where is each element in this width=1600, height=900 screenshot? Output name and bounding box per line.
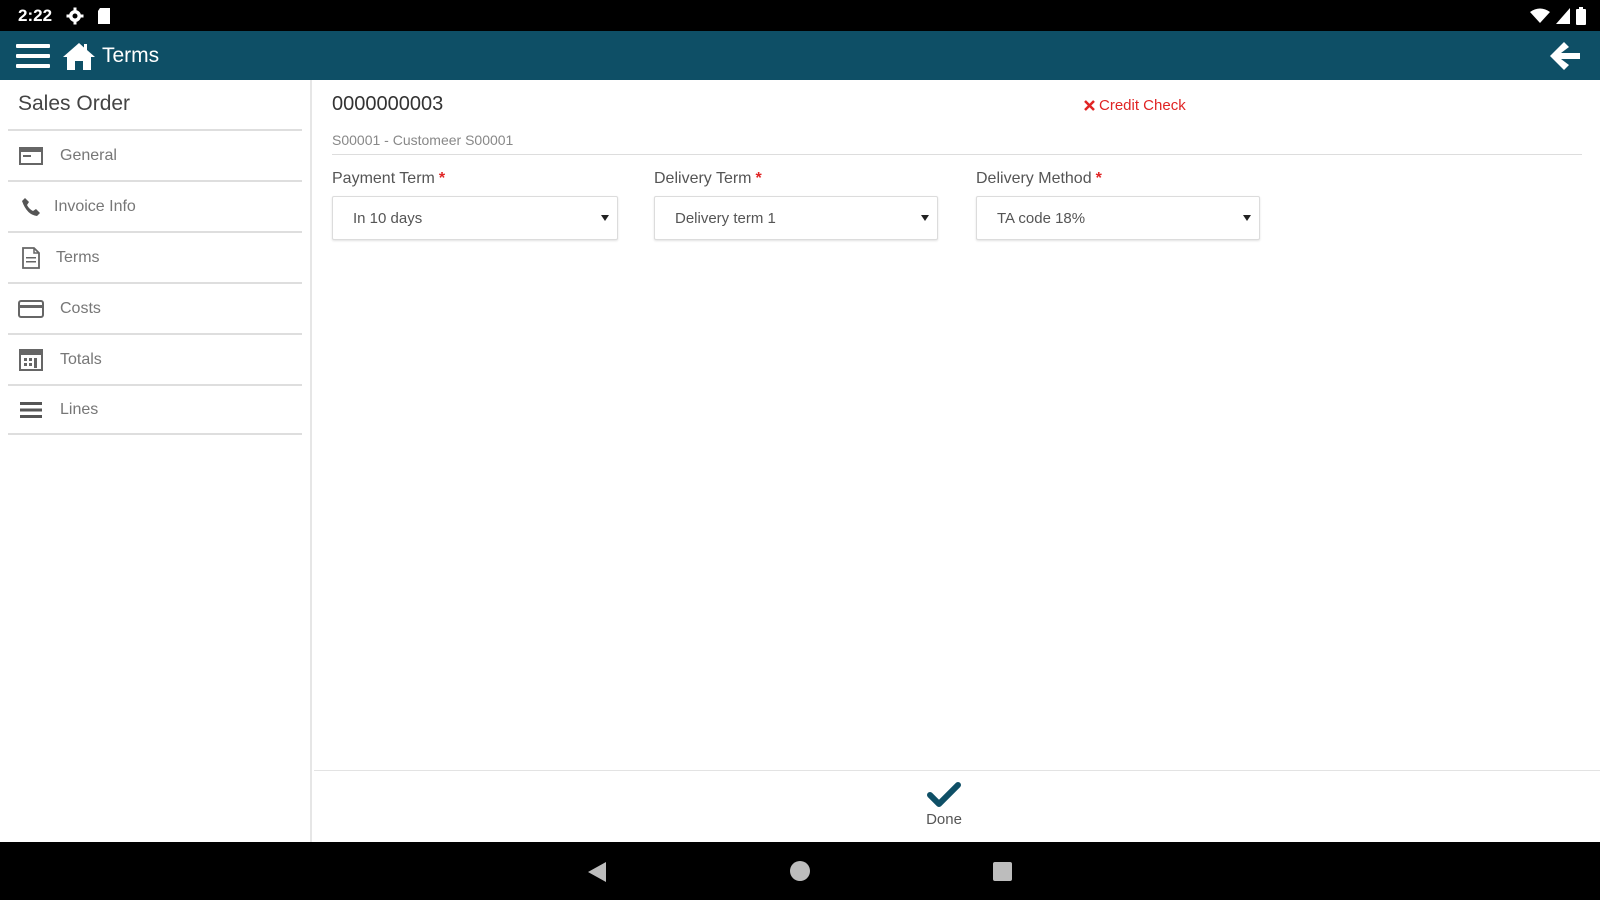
customer-info: S00001 - Customeer S00001 (332, 132, 514, 148)
field-label: Payment Term * (332, 170, 618, 188)
sidebar: Sales Order General Invoice Info Terms C… (0, 80, 312, 842)
delivery-term-field: Delivery Term * Delivery term 1 (654, 170, 938, 240)
sidebar-item-label: Costs (60, 299, 101, 317)
nav-back-icon[interactable] (587, 861, 607, 883)
sidebar-item-label: Invoice Info (54, 197, 136, 215)
field-label: Delivery Term * (654, 170, 938, 188)
delivery-method-field: Delivery Method * TA code 18% (976, 170, 1260, 240)
checkmark-icon (927, 782, 961, 807)
status-time: 2:22 (18, 5, 53, 25)
main-content: 0000000003 Credit Check S00001 - Custome… (314, 80, 1600, 770)
status-icons-left (66, 7, 112, 25)
delivery-term-label: Delivery Term (654, 170, 752, 187)
sidebar-item-totals[interactable]: Totals (8, 333, 302, 384)
credit-check-link[interactable]: Credit Check (1084, 97, 1186, 114)
status-bar: 2:22 (0, 0, 1600, 31)
menu-button[interactable] (16, 41, 50, 71)
android-nav-bar (0, 842, 1600, 900)
nav-recents-icon[interactable] (993, 862, 1012, 881)
sidebar-item-general[interactable]: General (8, 129, 302, 180)
sidebar-item-label: Lines (60, 400, 99, 418)
document-icon (18, 246, 44, 269)
sidebar-title: Sales Order (18, 92, 131, 115)
field-label: Delivery Method * (976, 170, 1260, 188)
delivery-term-select[interactable]: Delivery term 1 (654, 196, 938, 240)
sidebar-item-costs[interactable]: Costs (8, 282, 302, 333)
dropdown-caret-icon (601, 215, 609, 221)
dropdown-caret-icon (1243, 215, 1251, 221)
list-icon (18, 399, 44, 421)
page-title: Terms (102, 43, 160, 67)
delivery-method-label: Delivery Method (976, 170, 1092, 187)
credit-check-label: Credit Check (1099, 97, 1186, 114)
hamburger-menu-icon-line (16, 53, 50, 58)
sidebar-item-invoice-info[interactable]: Invoice Info (8, 180, 302, 231)
credit-card-icon (18, 298, 44, 320)
calculator-icon (18, 348, 44, 371)
sidebar-list: General Invoice Info Terms Costs Totals (8, 129, 302, 435)
payment-term-select[interactable]: In 10 days (332, 196, 618, 240)
delivery-method-select[interactable]: TA code 18% (976, 196, 1260, 240)
sidebar-item-lines[interactable]: Lines (8, 384, 302, 435)
wifi-icon (1530, 8, 1550, 23)
nav-home-icon[interactable] (790, 861, 810, 881)
status-icons-right (1530, 7, 1586, 25)
delivery-method-value: TA code 18% (997, 209, 1086, 227)
order-number: 0000000003 (332, 93, 444, 115)
sidebar-item-label: Totals (60, 350, 102, 368)
signal-icon (1556, 8, 1570, 24)
required-marker: * (438, 170, 446, 187)
required-marker: * (755, 170, 762, 187)
card-icon (18, 145, 44, 167)
hamburger-menu-icon-line (16, 43, 50, 48)
sidebar-item-label: Terms (56, 248, 100, 266)
payment-term-value: In 10 days (353, 209, 423, 227)
delivery-term-value: Delivery term 1 (675, 209, 776, 227)
required-marker: * (1095, 170, 1102, 187)
app-bar: Terms (0, 31, 1600, 80)
dropdown-caret-icon (921, 215, 929, 221)
close-icon (1084, 100, 1095, 111)
done-button[interactable]: Done (914, 781, 974, 837)
payment-term-field: Payment Term * In 10 days (332, 170, 618, 240)
sidebar-item-terms[interactable]: Terms (8, 231, 302, 282)
sidebar-item-label: General (60, 146, 117, 164)
back-arrow-icon[interactable] (1548, 40, 1582, 72)
payment-term-label: Payment Term (332, 170, 435, 187)
gear-icon (66, 7, 84, 24)
done-label: Done (926, 811, 962, 828)
home-icon[interactable] (62, 41, 96, 71)
battery-icon (1576, 7, 1586, 25)
sd-card-icon (98, 7, 111, 24)
phone-icon (18, 196, 44, 218)
footer-bar: Done (314, 770, 1600, 842)
divider (332, 154, 1582, 155)
hamburger-menu-icon-line (16, 63, 50, 68)
